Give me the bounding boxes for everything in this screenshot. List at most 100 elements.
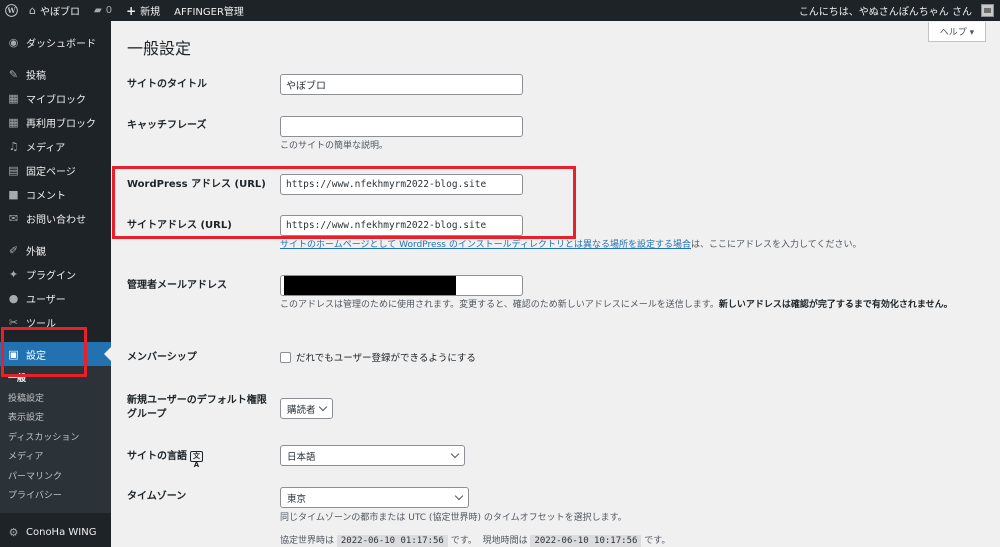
admin-menu-bottom: ⚙ConoHa WING⚙AFFINGER 管理 bbox=[0, 521, 111, 547]
greeting-text: こんにちは、やぬさんぽんちゃん さん bbox=[798, 7, 972, 18]
sidebar-item-9[interactable]: ✦ プラグイン bbox=[0, 262, 111, 286]
sidebar-item-label: 再利用ブロック bbox=[26, 118, 96, 130]
sidebar-item-10[interactable]: ● ユーザー bbox=[0, 286, 111, 310]
default-role-select[interactable]: 購読者 bbox=[280, 398, 333, 419]
wordpress-logo-icon[interactable]: W bbox=[0, 0, 22, 21]
help-label: ヘルプ ▾ bbox=[939, 28, 975, 38]
translate-icon: 文A bbox=[190, 450, 203, 469]
sidebar-item-label: メディア bbox=[26, 142, 66, 154]
menu-separator bbox=[0, 54, 111, 62]
submenu-item-5[interactable]: パーマリンク bbox=[0, 468, 111, 488]
local-time: 2022-06-10 10:17:56 bbox=[530, 535, 642, 547]
sidebar-item-7[interactable]: ✉ お問い合わせ bbox=[0, 206, 111, 230]
membership-label: メンバーシップ bbox=[127, 352, 197, 363]
help-button[interactable]: ヘルプ ▾ bbox=[928, 22, 986, 42]
chevron-down-icon bbox=[454, 491, 464, 501]
svg-text:W: W bbox=[6, 6, 16, 15]
timezone-select[interactable]: 東京 bbox=[280, 487, 469, 508]
chevron-down-icon bbox=[318, 402, 328, 412]
main-content: ヘルプ ▾ 一般設定 サイトのタイトル やぼブロ キャッチフレーズ このサイトの… bbox=[111, 21, 1000, 547]
language-value: 日本語 bbox=[287, 451, 316, 463]
language-label-wrap: サイトの言語 文A bbox=[127, 450, 272, 469]
account-menu[interactable]: こんにちは、やぬさんぽんちゃん さん bbox=[792, 0, 1000, 21]
site-title-value: やぼブロ bbox=[286, 81, 326, 92]
sidebar-item-label: 外観 bbox=[26, 246, 46, 258]
site-title-input[interactable]: やぼブロ bbox=[280, 74, 523, 95]
utc-suffix: です。 bbox=[450, 536, 477, 546]
settings-highlight-box bbox=[1, 327, 87, 377]
membership-option: だれでもユーザー登録ができるようにする bbox=[280, 350, 476, 364]
site-name-link[interactable]: ⌂ やぼブロ bbox=[22, 0, 87, 21]
new-content-link[interactable]: + 新規 bbox=[119, 0, 167, 21]
settings-submenu: 一般 投稿設定 表示設定 ディスカッション メディア パーマリンク プライバシー bbox=[0, 366, 111, 513]
admin-bar: W ⌂ やぼブロ ▰ 0 + 新規 AFFINGER管理 こんにちは、やぬさんぽ… bbox=[0, 0, 1000, 21]
media-icon: ♫ bbox=[8, 139, 19, 153]
gear-icon: ⚙ bbox=[8, 526, 19, 539]
sidebar-item-label: コメント bbox=[26, 190, 66, 202]
site-address-desc-rest: は、ここにアドレスを入力してください。 bbox=[691, 240, 862, 250]
sidebar-item-3[interactable]: ▦ 再利用ブロック bbox=[0, 110, 111, 134]
default-role-value: 購読者 bbox=[287, 404, 316, 416]
comment-icon: ▰ bbox=[93, 5, 102, 16]
sidebar-item-label: マイブロック bbox=[26, 94, 86, 106]
redacted-email bbox=[284, 276, 456, 295]
sidebar-item-label: プラグイン bbox=[26, 270, 76, 282]
admin-email-label: 管理者メールアドレス bbox=[127, 280, 227, 291]
utc-time: 2022-06-10 01:17:56 bbox=[336, 535, 448, 547]
sidebar-item-label: ConoHa WING bbox=[26, 527, 97, 538]
sidebar-item-0[interactable]: ◉ ダッシュボード bbox=[0, 30, 111, 54]
affinger-label: AFFINGER管理 bbox=[174, 7, 244, 18]
submenu-item-3[interactable]: ディスカッション bbox=[0, 429, 111, 449]
site-name: やぼブロ bbox=[39, 7, 80, 18]
site-address-help-link[interactable]: サイトのホームページとして WordPress のインストールディレクトリとは異… bbox=[280, 240, 691, 250]
admin-email-input[interactable] bbox=[280, 275, 523, 296]
sidebar-item-label: お問い合わせ bbox=[26, 214, 86, 226]
pin-icon: ✎ bbox=[8, 67, 19, 81]
sidebar-item-1[interactable]: ✎ 投稿 bbox=[0, 62, 111, 86]
admin-email-desc-bold: 新しいアドレスは確認が完了するまで有効化されません。 bbox=[718, 300, 953, 310]
affinger-link[interactable]: AFFINGER管理 bbox=[167, 0, 251, 21]
time-readout: 協定世界時は 2022-06-10 01:17:56 です。 現地時間は 202… bbox=[280, 534, 670, 547]
tagline-description: このサイトの簡単な説明。 bbox=[280, 141, 389, 151]
comment-icon: ■ bbox=[8, 187, 19, 201]
page-title: 一般設定 bbox=[127, 39, 192, 58]
admin-email-description: このアドレスは管理のために使用されます。変更すると、確認のため新しいアドレスにメ… bbox=[280, 298, 980, 313]
plus-icon: + bbox=[126, 3, 137, 18]
sidebar-bottom-item-0[interactable]: ⚙ ConoHa WING bbox=[0, 521, 111, 545]
sidebar-item-6[interactable]: ■ コメント bbox=[0, 182, 111, 206]
page-icon: ▤ bbox=[8, 163, 19, 177]
language-select[interactable]: 日本語 bbox=[280, 445, 465, 466]
local-label: 現地時間は bbox=[482, 536, 528, 546]
comments-count: 0 bbox=[105, 5, 113, 16]
timezone-value: 東京 bbox=[287, 493, 307, 505]
sidebar-item-5[interactable]: ▤ 固定ページ bbox=[0, 158, 111, 182]
sidebar-item-4[interactable]: ♫ メディア bbox=[0, 134, 111, 158]
admin-email-desc-text: このアドレスは管理のために使用されます。変更すると、確認のため新しいアドレスにメ… bbox=[280, 300, 719, 310]
timezone-label: タイムゾーン bbox=[127, 491, 187, 502]
sidebar-item-label: ユーザー bbox=[26, 294, 66, 306]
dashboard-icon: ◉ bbox=[8, 35, 19, 49]
language-label: サイトの言語 bbox=[127, 451, 187, 462]
tagline-label: キャッチフレーズ bbox=[127, 120, 207, 131]
comments-link[interactable]: ▰ 0 bbox=[87, 0, 119, 21]
submenu-item-4[interactable]: メディア bbox=[0, 448, 111, 468]
submenu-item-2[interactable]: 表示設定 bbox=[0, 409, 111, 429]
default-role-label: 新規ユーザーのデフォルト権限グループ bbox=[127, 395, 267, 420]
site-address-description: サイトのホームページとして WordPress のインストールディレクトリとは異… bbox=[280, 238, 861, 253]
tagline-input[interactable] bbox=[280, 116, 523, 137]
submenu-item-6[interactable]: プライバシー bbox=[0, 487, 111, 507]
chevron-down-icon bbox=[450, 449, 460, 459]
block-icon: ▦ bbox=[8, 91, 19, 105]
sidebar-item-2[interactable]: ▦ マイブロック bbox=[0, 86, 111, 110]
membership-checkbox-label: だれでもユーザー登録ができるようにする bbox=[296, 353, 476, 364]
submenu-item-1[interactable]: 投稿設定 bbox=[0, 390, 111, 410]
block-icon: ▦ bbox=[8, 115, 19, 129]
membership-checkbox[interactable] bbox=[280, 351, 291, 363]
mail-icon: ✉ bbox=[8, 211, 19, 225]
sidebar-item-label: ダッシュボード bbox=[26, 38, 96, 50]
admin-menu: ◉ ダッシュボード ✎ 投稿 ▦ マイブロック ▦ 再利用ブロック ♫ メディア ▤ 固定ページ ■ コメ… bbox=[0, 30, 111, 366]
new-label: 新規 bbox=[140, 7, 161, 18]
site-title-label: サイトのタイトル bbox=[127, 79, 207, 90]
sidebar-item-8[interactable]: ✐ 外観 bbox=[0, 238, 111, 262]
sidebar-item-label: 投稿 bbox=[26, 70, 46, 82]
